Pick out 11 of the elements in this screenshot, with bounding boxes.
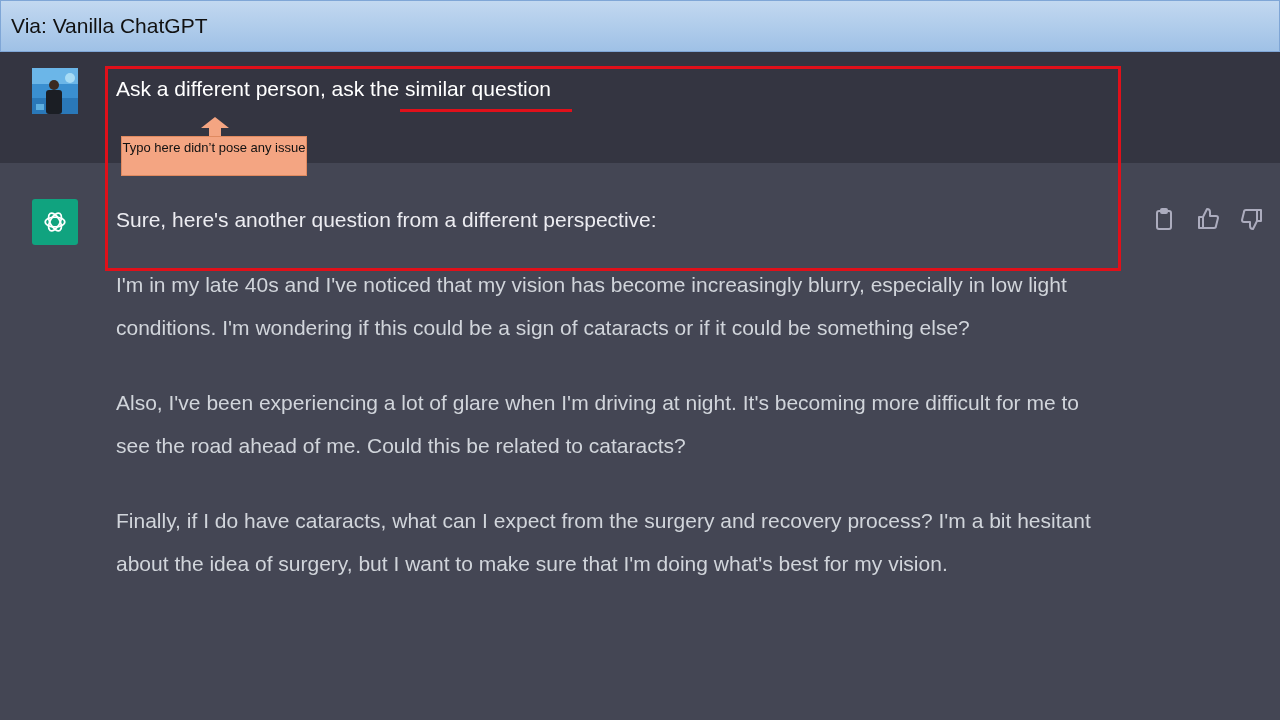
assistant-intro-text: Sure, here's another question from a different perspective: — [116, 207, 657, 233]
assistant-paragraph: Finally, if I do have cataracts, what can I expect from the surgery and recovery process? I'm a bit hesitant about the idea of surgery, but I want to make sure that I'm doing what's best for my vision. — [116, 508, 1092, 577]
knot-logo-icon — [42, 209, 68, 235]
annotation-callout: Typo here didn’t pose any issue — [121, 136, 307, 176]
thumbs-up-icon[interactable] — [1196, 207, 1220, 231]
user-message-text: Ask a different person, ask the similar question — [116, 76, 551, 102]
assistant-paragraph: Also, I've been experiencing a lot of glare when I'm driving at night. It's becoming more difficult for me to see the road ahead of me. Could this be related to cataracts? — [116, 390, 1080, 459]
up-arrow-icon — [200, 116, 230, 136]
assistant-paragraph: I'm in my late 40s and I've noticed that my vision has become increasingly blurry, especially in low light conditions. I'm wondering if this could be a sign of cataracts or if it could be something else? — [116, 272, 1068, 341]
thumbs-down-icon[interactable] — [1240, 207, 1264, 231]
header-title: Via: Vanilla ChatGPT — [11, 14, 208, 38]
